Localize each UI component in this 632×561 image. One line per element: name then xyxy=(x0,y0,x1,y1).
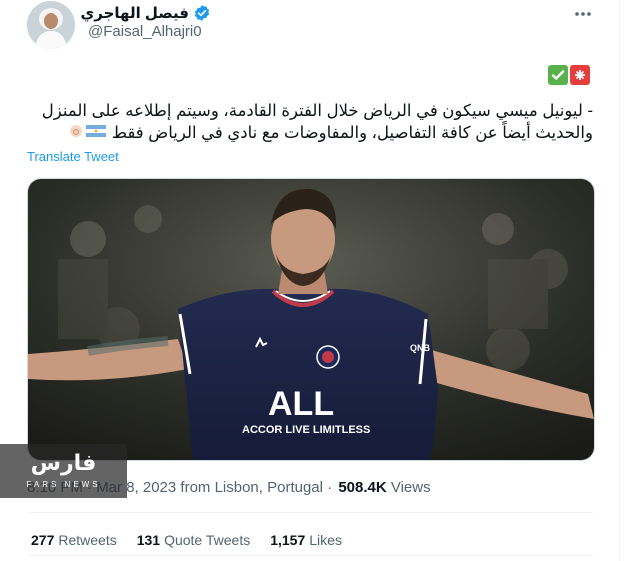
tweet-text-line-1: - ليونيل ميسي سيكون في الرياض خلال الفتر… xyxy=(41,102,593,120)
author-name[interactable]: فيصل الهاجري xyxy=(81,4,189,22)
tweet-media-photo[interactable]: QNB ALL ACCOR LIVE LIMITLESS xyxy=(27,178,595,461)
translate-tweet-link[interactable]: Translate Tweet xyxy=(27,149,119,164)
trailing-emojis xyxy=(68,123,108,145)
emoji-row xyxy=(548,65,590,85)
jersey-brand-text: QNB xyxy=(410,343,431,353)
divider-vertical xyxy=(619,0,620,561)
quotes-count: 131 xyxy=(136,532,161,548)
verified-badge-icon xyxy=(193,4,211,22)
quotes-label: Quote Tweets xyxy=(164,532,251,548)
tweet-stats: 277 Retweets 131 Quote Tweets 1,157 Likes xyxy=(31,532,342,548)
divider xyxy=(27,512,593,513)
quote-tweets-stat[interactable]: 131 Quote Tweets xyxy=(137,532,251,548)
retweets-stat[interactable]: 277 Retweets xyxy=(31,532,117,548)
tweet-card: فيصل الهاجري @Faisal_Alhajri0 - ليونيل م… xyxy=(0,0,632,561)
check-mark-emoji xyxy=(548,65,568,85)
tweet-text: - ليونيل ميسي سيكون في الرياض خلال الفتر… xyxy=(27,100,593,145)
tweet-text-line-2-content: والحديث أيضاً عن كافة التفاصيل، والمفاوض… xyxy=(111,124,593,142)
views-label: Views xyxy=(386,479,431,496)
ok-hand-emoji xyxy=(69,124,82,137)
watermark-overlay: فارس FARS NEWS xyxy=(0,444,127,498)
likes-count: 1,157 xyxy=(270,532,306,548)
meta-separator: · xyxy=(322,479,337,496)
divider xyxy=(27,555,593,556)
avatar[interactable] xyxy=(27,1,75,49)
more-horizontal-icon[interactable] xyxy=(573,4,593,24)
author-handle[interactable]: @Faisal_Alhajri0 xyxy=(88,23,202,40)
tweet-text-line-2: والحديث أيضاً عن كافة التفاصيل، والمفاوض… xyxy=(27,122,593,145)
likes-stat[interactable]: 1,157 Likes xyxy=(270,532,342,548)
rotating-light-emoji xyxy=(570,65,590,85)
views-count[interactable]: 508.4K xyxy=(338,479,386,496)
likes-label: Likes xyxy=(309,532,342,548)
retweets-label: Retweets xyxy=(58,532,117,548)
jersey-sponsor-text: ALL xyxy=(268,385,334,423)
jersey-tagline-text: ACCOR LIVE LIMITLESS xyxy=(242,424,370,436)
author-name-row[interactable]: فيصل الهاجري xyxy=(81,4,211,22)
watermark-subtext: FARS NEWS xyxy=(26,480,101,489)
retweets-count: 277 xyxy=(31,532,55,548)
argentina-flag-emoji xyxy=(85,124,106,137)
watermark-text: فارس xyxy=(30,450,97,475)
